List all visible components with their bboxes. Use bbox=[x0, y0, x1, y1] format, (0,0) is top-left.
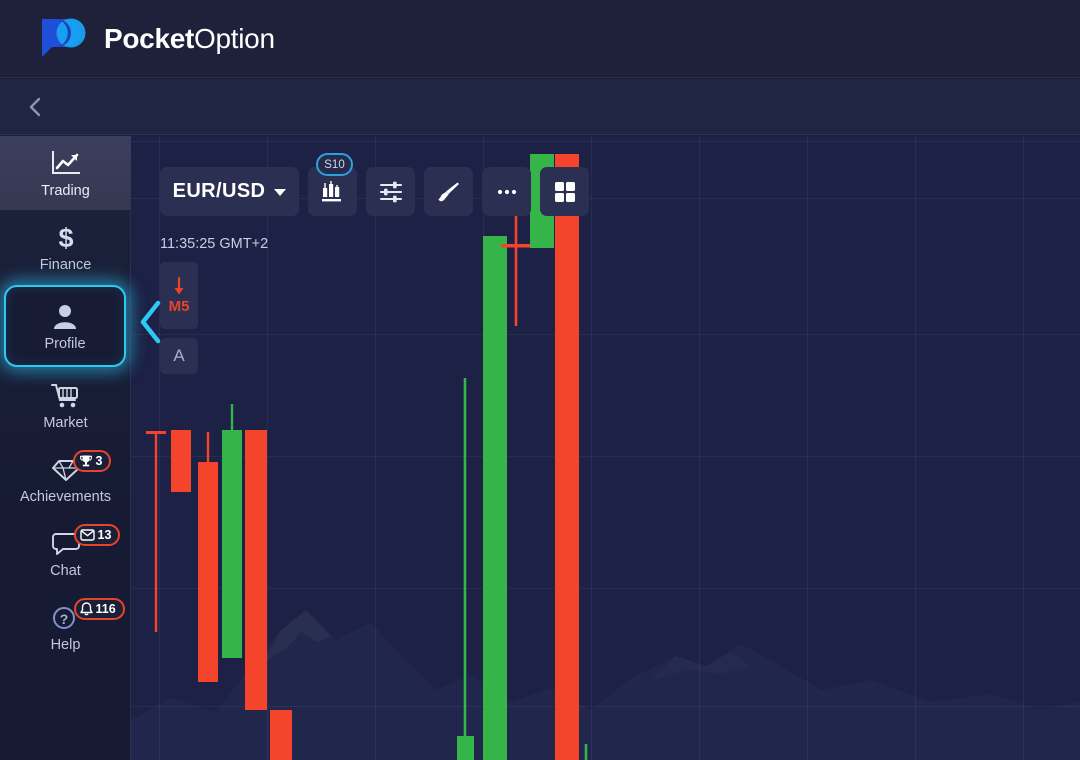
sidebar-item-trading[interactable]: Trading bbox=[0, 136, 131, 210]
timeframe-panel: M5 A bbox=[160, 262, 198, 374]
candle-group-right bbox=[457, 154, 588, 760]
top-header: PocketOption bbox=[0, 0, 1080, 78]
sidebar-item-market[interactable]: Market bbox=[0, 368, 131, 442]
sidebar-item-profile[interactable]: Profile bbox=[4, 285, 126, 367]
timeframe-button[interactable]: M5 bbox=[160, 262, 198, 329]
dollar-icon: $ bbox=[53, 221, 79, 251]
chart-toolbar: EUR/USD S10 bbox=[160, 153, 589, 216]
cart-icon bbox=[50, 379, 81, 409]
symbol-selector[interactable]: EUR/USD bbox=[160, 167, 299, 216]
chevron-left-icon[interactable] bbox=[22, 93, 50, 121]
sidebar-item-achievements[interactable]: 3 Achievements bbox=[0, 442, 131, 516]
chart-type-badge: S10 bbox=[316, 153, 353, 176]
brand-title-bold: Pocket bbox=[104, 22, 195, 54]
sliders-icon bbox=[379, 181, 402, 202]
sidebar-item-help[interactable]: ? 116 Help bbox=[0, 590, 131, 664]
chart-line-icon bbox=[50, 147, 82, 177]
badge-count: 13 bbox=[97, 528, 112, 542]
diamond-icon: 3 bbox=[51, 450, 112, 483]
help-circle-icon: ? 116 bbox=[52, 598, 125, 631]
chart-time-label: 11:35:25 GMT+2 bbox=[160, 236, 269, 252]
sidebar-item-label: Chat bbox=[50, 563, 81, 579]
brand-title: PocketOption bbox=[104, 23, 275, 55]
svg-text:$: $ bbox=[58, 223, 73, 251]
pocketoption-logo-icon bbox=[40, 17, 90, 61]
user-icon bbox=[52, 300, 78, 330]
status-badge: 13 bbox=[73, 524, 121, 546]
symbol-label: EUR/USD bbox=[172, 180, 266, 202]
sidebar-item-label: Finance bbox=[39, 257, 92, 273]
sidebar-item-label: Market bbox=[43, 415, 88, 431]
more-options-button[interactable] bbox=[482, 167, 531, 216]
layout-button[interactable] bbox=[540, 167, 589, 216]
status-badge: 116 bbox=[73, 598, 125, 620]
badge-count: 3 bbox=[95, 454, 103, 468]
chat-bubble-icon: 13 bbox=[51, 524, 121, 557]
badge-count: 116 bbox=[95, 602, 116, 616]
candlestick-chart-icon bbox=[321, 180, 341, 201]
sidebar-item-chat[interactable]: 13 Chat bbox=[0, 516, 131, 590]
candlestick-series bbox=[146, 154, 588, 760]
status-badge: 3 bbox=[72, 450, 112, 472]
sidebar-item-label: Trading bbox=[41, 183, 90, 199]
envelope-icon bbox=[79, 529, 95, 541]
sidebar: Trading $ Finance Profile Market 3 Achie… bbox=[0, 136, 131, 760]
candle-group-left bbox=[146, 404, 292, 760]
trophy-icon bbox=[79, 455, 92, 467]
drawing-tools-button[interactable] bbox=[424, 167, 473, 216]
sidebar-item-finance[interactable]: $ Finance bbox=[0, 210, 131, 284]
caret-down-icon bbox=[274, 188, 287, 196]
grid-layout-icon bbox=[554, 181, 575, 202]
brand-title-light: Option bbox=[194, 22, 275, 54]
sidebar-item-label: Achievements bbox=[19, 489, 112, 505]
sub-header bbox=[0, 79, 1080, 135]
chart-type-button[interactable]: S10 bbox=[308, 153, 357, 216]
sidebar-item-label: Help bbox=[50, 637, 81, 653]
svg-text:?: ? bbox=[59, 611, 68, 627]
ellipsis-icon bbox=[497, 189, 516, 194]
sidebar-item-profile-wrapper: Profile bbox=[0, 284, 130, 368]
brush-icon bbox=[438, 182, 459, 201]
chart-area[interactable]: EUR/USD S10 11:35:25 GMT+2 M5 A bbox=[131, 136, 1080, 760]
sidebar-item-label: Profile bbox=[44, 336, 86, 352]
annotation-button[interactable]: A bbox=[160, 338, 198, 374]
timeframe-label: M5 bbox=[168, 298, 190, 315]
bell-icon bbox=[79, 602, 93, 616]
brand-logo[interactable]: PocketOption bbox=[40, 17, 275, 61]
indicators-button[interactable] bbox=[366, 167, 415, 216]
arrow-down-icon bbox=[174, 276, 184, 295]
